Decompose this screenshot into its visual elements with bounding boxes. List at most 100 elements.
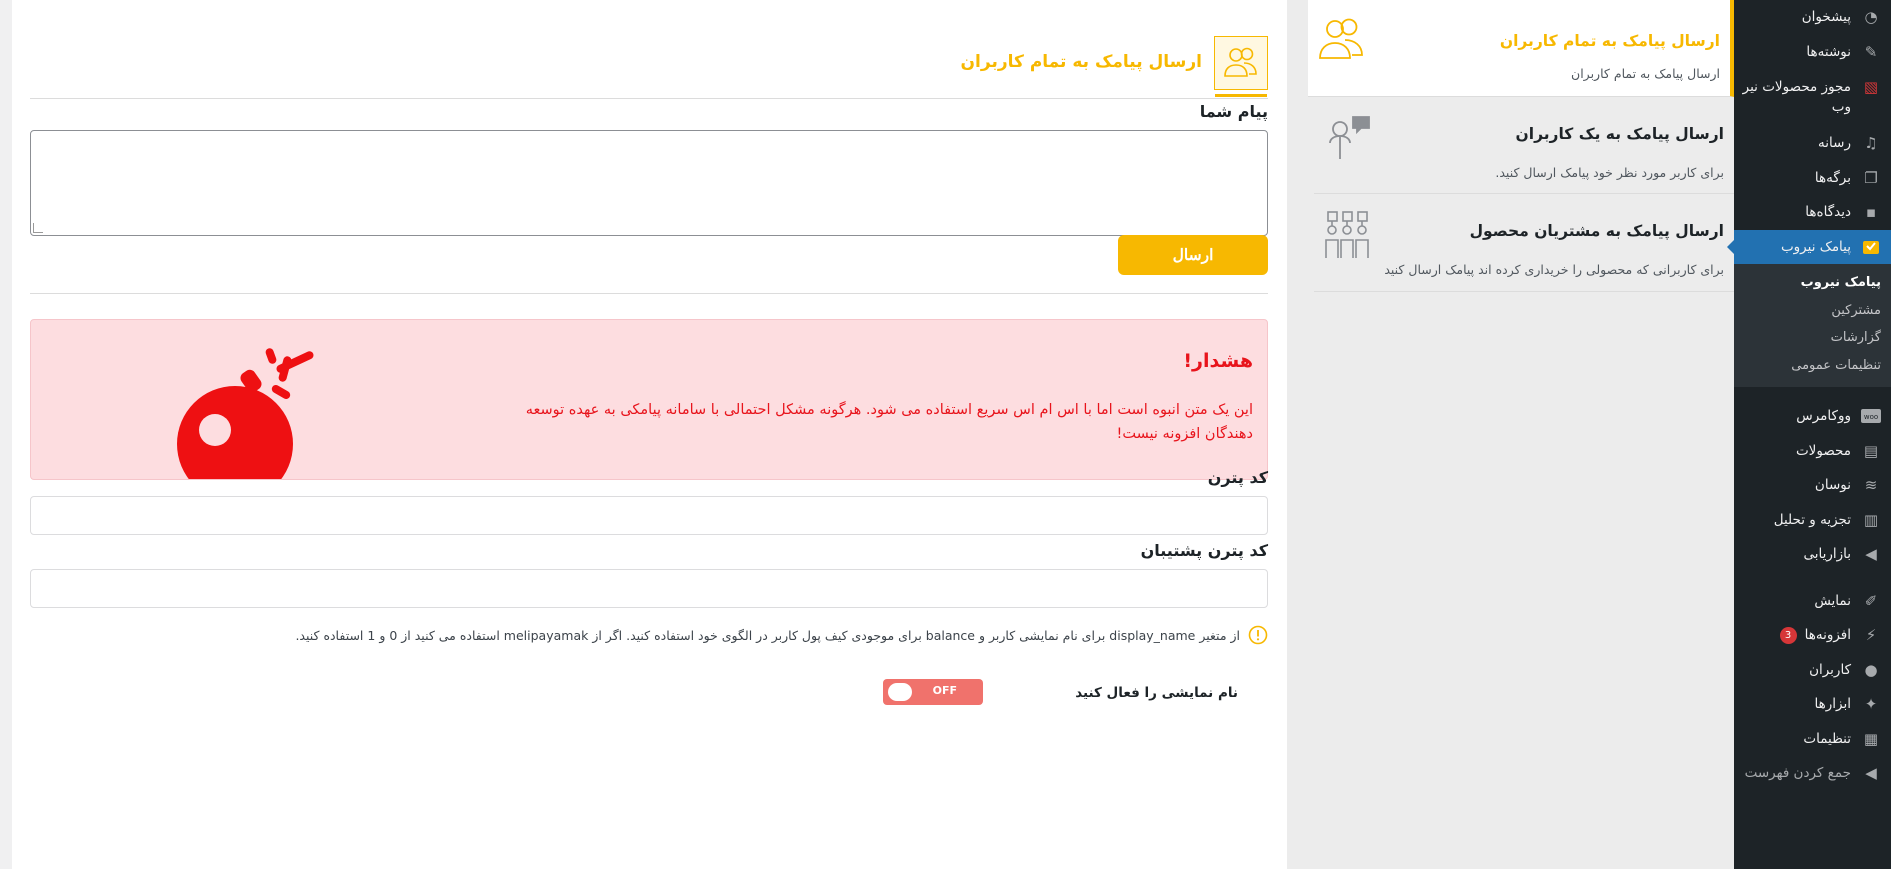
menu-item-analytics[interactable]: ▥ تجزیه و تحلیل [1734, 503, 1891, 538]
page-title: ارسال پیامک به تمام کاربران [960, 52, 1202, 72]
menu-label: دیدگاه‌ها [1805, 204, 1851, 221]
warning-text: این یک متن انبوه است اما با اس ام اس سری… [525, 402, 1253, 442]
display-name-row: نام نمایشی را فعال کنید OFF [30, 679, 1268, 709]
tab-single-user[interactable]: ارسال پیامک به یک کاربران برای کاربر مور… [1314, 97, 1734, 194]
collapse-menu-button[interactable]: ◀ جمع کردن فهرست [1734, 756, 1891, 791]
wave-icon: ≋ [1864, 476, 1878, 495]
toggle-knob [888, 683, 912, 701]
chart-icon: ▥ [1863, 510, 1879, 529]
menu-label: افزونه‌ها [1804, 627, 1851, 644]
resize-handle[interactable] [33, 223, 43, 233]
menu-item-license[interactable]: ▧ مجوز محصولات نیر وب [1734, 69, 1891, 126]
menu-label: بازاریابی [1803, 546, 1851, 563]
backup-pattern-label: کد پترن پشتیبان [1140, 541, 1268, 560]
users-group-icon [1214, 36, 1268, 97]
menu-label: برگه‌ها [1814, 169, 1851, 186]
comments-icon: ▪ [1865, 203, 1877, 222]
menu-item-fluctuation[interactable]: ≋ نوسان [1734, 468, 1891, 503]
brush-icon: ✐ [1864, 591, 1878, 610]
tab-title: ارسال پیامک به تمام کاربران [1499, 32, 1720, 50]
user-icon: ● [1864, 660, 1878, 679]
megaphone-icon: ◀ [1865, 545, 1877, 564]
bomb-icon [177, 348, 314, 479]
wrench-icon: ✦ [1864, 695, 1878, 714]
menu-item-products[interactable]: ▤ محصولات [1734, 434, 1891, 469]
tab-desc: برای کاربر مورد نظر خود پیامک ارسال کنید… [1495, 165, 1724, 180]
tab-title: ارسال پیامک به مشتریان محصول [1469, 222, 1724, 240]
menu-label: ابزارها [1814, 696, 1851, 713]
tab-desc: ارسال پیامک به تمام کاربران [1571, 66, 1720, 81]
menu-item-sms[interactable]: پیامک نیروب [1727, 229, 1891, 264]
submenu-item-subscribers[interactable]: مشترکین [1734, 297, 1891, 325]
collapse-icon: ◀ [1865, 764, 1877, 783]
menu-item-appearance[interactable]: ✐ نمایش [1734, 584, 1891, 619]
users-group-icon [1319, 18, 1363, 59]
menu-label: تجزیه و تحلیل [1773, 511, 1851, 528]
dashboard-icon: ◔ [1864, 8, 1878, 27]
menu-item-comments[interactable]: ▪ دیدگاه‌ها [1734, 195, 1891, 230]
woo-icon: woo [1861, 406, 1881, 426]
page-header: ارسال پیامک به تمام کاربران [30, 0, 1268, 99]
info-icon [1248, 625, 1268, 645]
menu-label: ووکامرس [1796, 408, 1851, 425]
menu-label: نمایش [1814, 592, 1851, 609]
display-name-toggle[interactable]: OFF [883, 679, 983, 705]
sms-tabs: ارسال پیامک به تمام کاربران ارسال پیامک … [1287, 0, 1734, 869]
backup-pattern-input[interactable] [30, 569, 1268, 608]
archive-icon: ▤ [1863, 441, 1879, 460]
menu-label: محصولات [1795, 442, 1851, 459]
menu-item-marketing[interactable]: ◀ بازاریابی [1734, 537, 1891, 572]
tab-all-users[interactable]: ارسال پیامک به تمام کاربران ارسال پیامک … [1308, 0, 1734, 97]
warning-title: هشدار! [1183, 350, 1253, 372]
variables-note: از متغیر display_name برای نام نمایشی کا… [295, 625, 1268, 645]
license-icon: ▧ [1863, 78, 1879, 96]
variables-note-text: از متغیر display_name برای نام نمایشی کا… [295, 627, 1240, 643]
pattern-input[interactable] [30, 496, 1268, 535]
admin-sidebar: ◔ پیشخوان ✎ نوشته‌ها ▧ مجوز محصولات نیر وب … [1727, 0, 1891, 869]
customers-icon [1325, 211, 1369, 258]
toggle-state: OFF [932, 684, 957, 697]
plugin-icon: ⚡ [1865, 626, 1877, 645]
sms-icon [1861, 237, 1881, 257]
collapse-label: جمع کردن فهرست [1744, 765, 1851, 782]
menu-item-users[interactable]: ● کاربران [1734, 653, 1891, 688]
menu-item-posts[interactable]: ✎ نوشته‌ها [1734, 35, 1891, 70]
menu-label: پیامک نیروب [1780, 238, 1851, 255]
sms-submenu: پیامک نیروب مشترکین گزارشات تنظیمات عموم… [1734, 264, 1891, 387]
send-button[interactable]: ارسال [1118, 235, 1268, 275]
menu-item-woocommerce[interactable]: woo ووکامرس [1734, 399, 1891, 434]
message-label: پیام شما [1199, 102, 1268, 121]
settings-icon: ▦ [1863, 729, 1879, 748]
pattern-label: کد پترن [1207, 468, 1268, 487]
menu-label: پیشخوان [1801, 9, 1851, 26]
plugins-update-badge: 3 [1779, 626, 1797, 644]
tab-product-customers[interactable]: ارسال پیامک به مشتریان محصول برای کاربرا… [1314, 194, 1734, 292]
pages-icon: ❐ [1864, 168, 1878, 187]
menu-label: تنظیمات [1803, 730, 1851, 747]
media-icon: ♫ [1864, 134, 1878, 153]
message-textarea[interactable] [30, 130, 1268, 236]
user-chat-icon [1329, 116, 1370, 159]
menu-label: کاربران [1809, 661, 1851, 678]
menu-item-settings[interactable]: ▦ تنظیمات [1734, 722, 1891, 757]
menu-item-media[interactable]: ♫ رسانه [1734, 126, 1891, 161]
tab-desc: برای کاربرانی که محصولی را خریداری کرده … [1384, 262, 1724, 277]
menu-item-pages[interactable]: ❐ برگه‌ها [1734, 161, 1891, 196]
warning-box: هشدار! این یک متن انبوه است اما با اس ام… [30, 319, 1268, 480]
svg-text:woo: woo [1864, 413, 1878, 421]
menu-label: نوسان [1814, 477, 1851, 494]
submenu-item-general-settings[interactable]: تنظیمات عمومی [1734, 352, 1891, 380]
menu-label: رسانه [1818, 135, 1851, 152]
submenu-item-reports[interactable]: گزارشات [1734, 324, 1891, 352]
menu-label: نوشته‌ها [1806, 43, 1851, 60]
main-content: ارسال پیامک به تمام کاربران پیام شما ارس… [12, 0, 1287, 869]
menu-item-tools[interactable]: ✦ ابزارها [1734, 687, 1891, 722]
submenu-item-sms[interactable]: پیامک نیروب [1734, 269, 1891, 297]
tab-title: ارسال پیامک به یک کاربران [1515, 125, 1724, 143]
display-name-label: نام نمایشی را فعال کنید [1075, 685, 1238, 701]
menu-item-plugins[interactable]: ⚡ افزونه‌ها 3 [1734, 618, 1891, 653]
menu-item-dashboard[interactable]: ◔ پیشخوان [1734, 0, 1891, 35]
divider [30, 293, 1268, 294]
menu-label: مجوز محصولات نیر وب [1742, 79, 1851, 115]
pin-icon: ✎ [1864, 42, 1878, 61]
